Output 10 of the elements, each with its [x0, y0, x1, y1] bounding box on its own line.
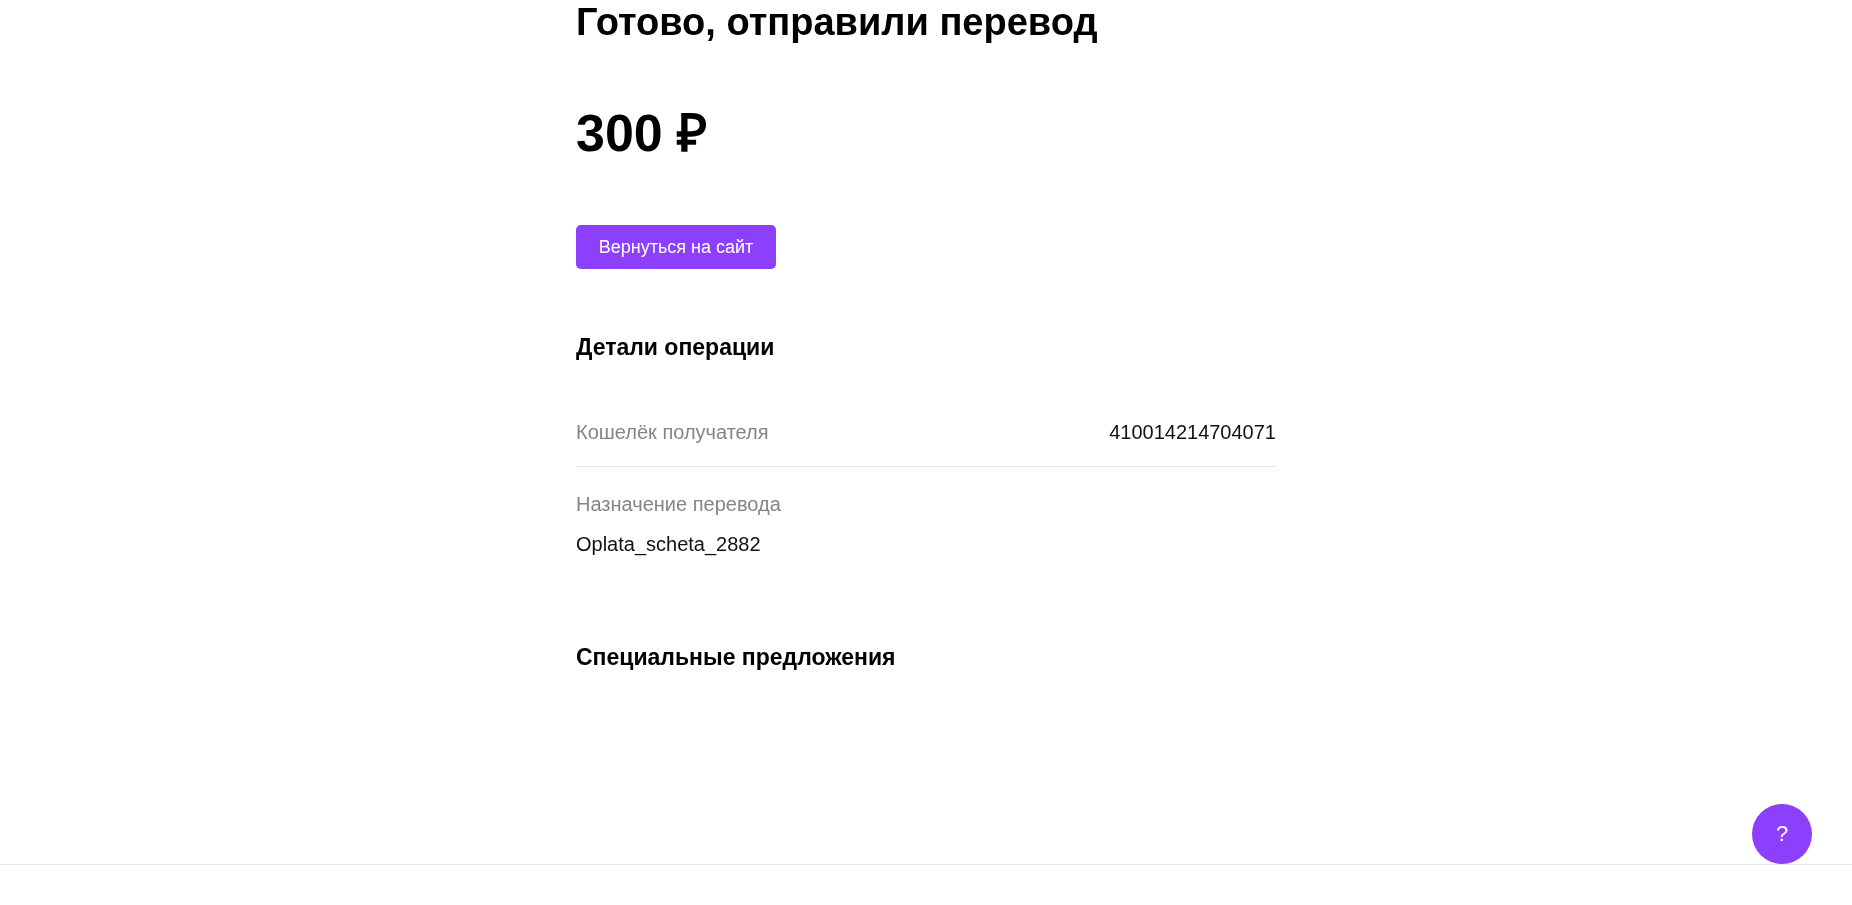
detail-label: Назначение перевода	[576, 492, 781, 517]
help-button[interactable]: ?	[1752, 804, 1812, 864]
section-heading: Детали операции	[576, 333, 775, 362]
amount-text: 300 ₽	[576, 103, 708, 163]
detail-value: 410014214704071	[1109, 420, 1276, 445]
section-heading: Специальные предложения	[576, 643, 896, 672]
page-title: Готово, отправили перевод	[576, 0, 1098, 45]
detail-label: Кошелёк получателя	[576, 420, 769, 445]
back-to-site-button[interactable]: Вернуться на сайт	[576, 225, 776, 269]
detail-value: Oplata_scheta_2882	[576, 532, 761, 558]
